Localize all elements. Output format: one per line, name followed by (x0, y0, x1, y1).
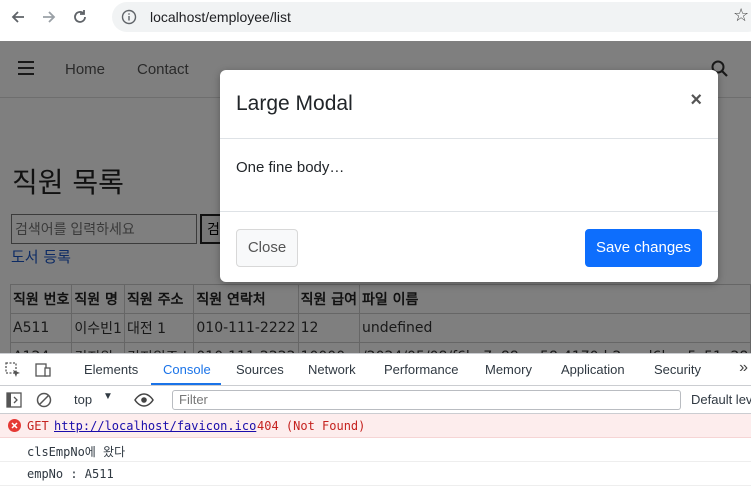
error-icon (8, 419, 21, 432)
modal-body-text: One fine body… (236, 159, 345, 176)
devtools-tabbar: Elements Console Sources Network Perform… (0, 354, 751, 386)
console-toolbar: top ▼ Filter Default levels (0, 386, 751, 414)
more-tabs-chevron-icon[interactable]: » (739, 359, 748, 377)
modal-body: One fine body… (220, 139, 718, 212)
devtools-tab-application[interactable]: Application (561, 362, 625, 377)
modal-close-icon[interactable]: × (690, 89, 702, 112)
sidebar-toggle-icon[interactable] (5, 391, 23, 409)
clear-console-icon[interactable] (35, 391, 53, 409)
console-log-row: empNo : A511 (0, 462, 751, 486)
modal-title: Large Modal (236, 92, 353, 115)
close-button[interactable]: Close (236, 229, 298, 267)
log-method: GET (27, 419, 49, 433)
info-icon[interactable] (120, 8, 138, 26)
modal-footer: Close Save changes (220, 212, 718, 282)
eye-icon[interactable] (134, 392, 154, 408)
browser-toolbar: localhost/employee/list ☆ (0, 0, 751, 34)
devtools-tab-console[interactable]: Console (163, 362, 211, 377)
console-log-row: clsEmpNo에 왔다 (0, 438, 751, 462)
active-tab-indicator (151, 383, 221, 385)
dropdown-arrow-icon[interactable]: ▼ (103, 391, 113, 402)
arrow-left-icon (11, 11, 24, 23)
back-button[interactable] (5, 4, 31, 30)
bookmark-star-icon[interactable]: ☆ (733, 7, 751, 25)
device-toolbar-icon[interactable] (34, 361, 52, 379)
screen: localhost/employee/list ☆ Home Contact 직… (0, 0, 751, 491)
devtools-tab-memory[interactable]: Memory (485, 362, 532, 377)
address-bar[interactable]: localhost/employee/list (112, 2, 751, 32)
log-url-link[interactable]: http://localhost/favicon.ico (54, 419, 256, 433)
log-text: clsEmpNo에 왔다 (27, 445, 126, 459)
forward-button[interactable] (36, 4, 62, 30)
reload-button[interactable] (67, 4, 93, 30)
log-status: 404 (Not Found) (257, 419, 366, 433)
devtools-tab-sources[interactable]: Sources (236, 362, 284, 377)
console-error-row: GET http://localhost/favicon.ico 404 (No… (0, 414, 751, 438)
large-modal: Large Modal × One fine body… Close Save … (220, 70, 718, 282)
devtools-tab-security[interactable]: Security (654, 362, 701, 377)
modal-header: Large Modal × (220, 70, 718, 139)
console-filter-input[interactable]: Filter (172, 390, 681, 410)
devtools-tab-elements[interactable]: Elements (84, 362, 138, 377)
devtools-tab-network[interactable]: Network (308, 362, 356, 377)
devtools-panel: Elements Console Sources Network Perform… (0, 353, 751, 491)
devtools-tab-performance[interactable]: Performance (384, 362, 458, 377)
arrow-right-icon (43, 11, 56, 23)
log-levels-dropdown[interactable]: Default levels (691, 392, 751, 407)
url-text: localhost/employee/list (150, 9, 291, 25)
inspect-element-icon[interactable] (4, 361, 22, 379)
save-changes-button[interactable]: Save changes (585, 229, 702, 267)
reload-icon (74, 10, 86, 23)
log-text: empNo : A511 (27, 467, 114, 481)
context-selector[interactable]: top (74, 392, 92, 407)
